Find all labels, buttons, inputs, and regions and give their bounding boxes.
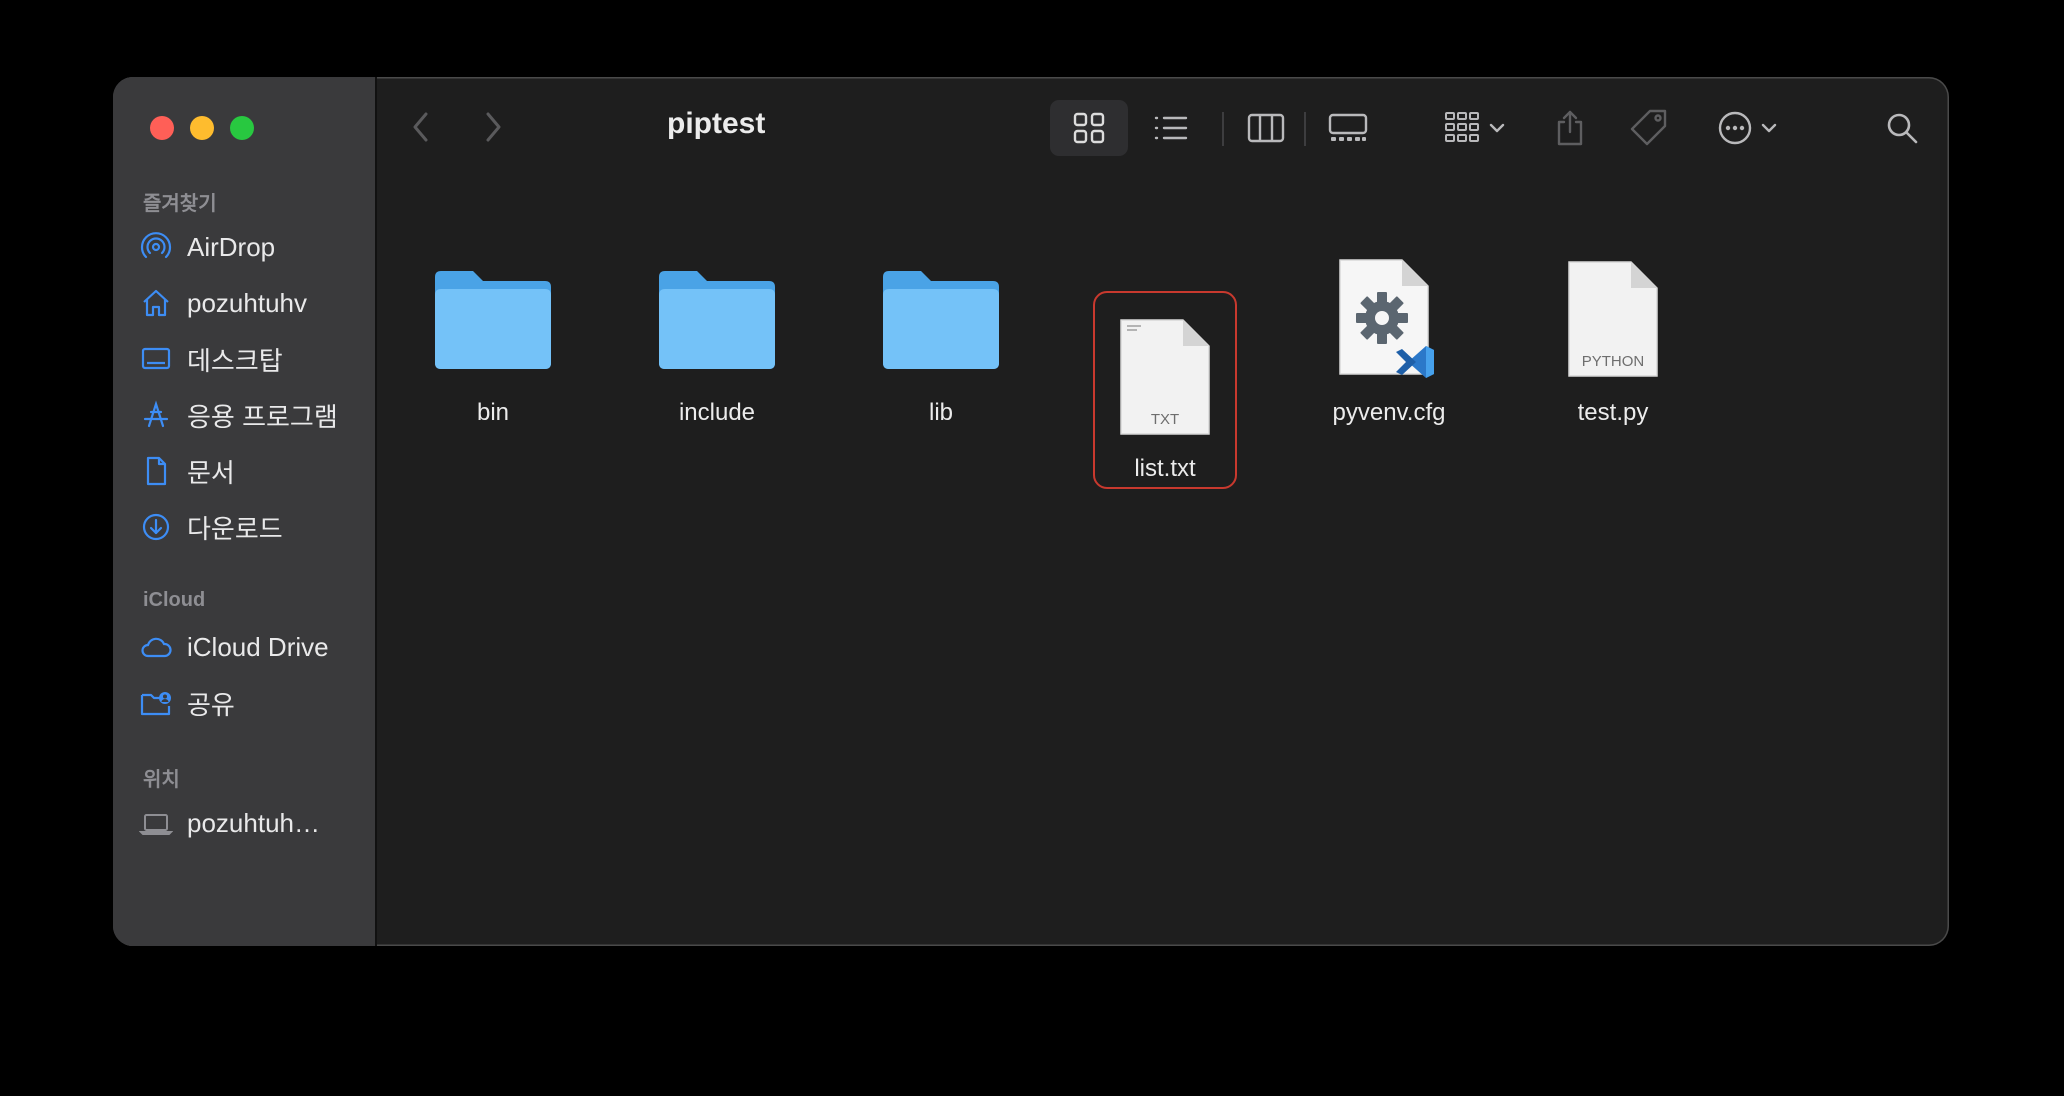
applications-icon <box>139 398 173 432</box>
shared-folder-icon <box>139 686 173 720</box>
traffic-lights <box>150 116 254 140</box>
search-button[interactable] <box>1877 100 1927 156</box>
sidebar-item-label: 문서 <box>187 457 235 488</box>
tag-button[interactable] <box>1621 100 1677 156</box>
file-item-include[interactable]: include <box>645 241 789 437</box>
more-actions-button[interactable] <box>1707 100 1787 156</box>
chevron-down-icon <box>1489 123 1505 133</box>
config-file-icon <box>1319 249 1459 389</box>
chevron-down-icon <box>1761 123 1777 133</box>
icon-view-button[interactable] <box>1050 100 1128 156</box>
sidebar-item-desktop[interactable]: 데스크탑 <box>139 339 369 379</box>
laptop-icon <box>139 806 173 840</box>
minimize-button[interactable] <box>190 116 214 140</box>
window-title: piptest <box>667 107 766 140</box>
list-view-icon <box>1154 116 1188 140</box>
grid-view-icon <box>1073 112 1105 144</box>
file-name: test.py <box>1577 399 1649 426</box>
sidebar-item-label: pozuhtuhv <box>187 287 307 318</box>
text-file-icon: TXT <box>1095 307 1235 447</box>
column-view-icon <box>1247 113 1285 143</box>
forward-button[interactable] <box>471 105 515 149</box>
finder-window: 즐겨찾기 AirDrop pozuhtuhv 데스크탑 응용 프로그램 문서 다… <box>113 77 1949 946</box>
column-view-button[interactable] <box>1233 100 1299 156</box>
toolbar-divider <box>1304 112 1306 146</box>
sidebar-item-airdrop[interactable]: AirDrop <box>139 227 369 267</box>
file-item-list-txt[interactable]: TXT list.txt <box>1093 291 1237 489</box>
sidebar-item-icloud-drive[interactable]: iCloud Drive <box>139 627 369 667</box>
gallery-view-button[interactable] <box>1313 100 1383 156</box>
sidebar-item-home[interactable]: pozuhtuhv <box>139 283 369 323</box>
group-icon <box>1445 112 1479 142</box>
toolbar: piptest <box>377 77 1949 197</box>
python-file-icon: PYTHON <box>1543 249 1683 389</box>
favorites-section-label: 즐겨찾기 <box>143 193 217 215</box>
sidebar-item-downloads[interactable]: 다운로드 <box>139 507 369 547</box>
document-icon <box>139 454 173 488</box>
sidebar-item-label: 공유 <box>187 689 235 720</box>
sidebar-item-label: iCloud Drive <box>187 631 329 662</box>
gallery-view-icon <box>1328 113 1368 141</box>
folder-icon <box>423 249 563 389</box>
chevron-left-icon <box>413 112 428 142</box>
icloud-section-label: iCloud <box>143 589 206 611</box>
share-button[interactable] <box>1545 100 1595 156</box>
desktop-icon <box>139 342 173 376</box>
chevron-right-icon <box>486 112 501 142</box>
download-icon <box>139 510 173 544</box>
airdrop-icon <box>139 230 173 264</box>
toolbar-divider <box>1222 112 1224 146</box>
file-name: lib <box>928 399 953 426</box>
close-button[interactable] <box>150 116 174 140</box>
file-type-badge: PYTHON <box>1582 353 1645 370</box>
folder-icon <box>647 249 787 389</box>
back-button[interactable] <box>399 105 443 149</box>
file-name: bin <box>476 399 510 426</box>
share-icon <box>1557 110 1583 146</box>
sidebar-item-label: 데스크탑 <box>187 345 283 376</box>
ellipsis-circle-icon <box>1718 111 1752 145</box>
group-by-button[interactable] <box>1435 100 1515 156</box>
zoom-button[interactable] <box>230 116 254 140</box>
home-icon <box>139 286 173 320</box>
sidebar-item-label: 응용 프로그램 <box>187 401 338 432</box>
sidebar-item-label: 다운로드 <box>187 513 283 544</box>
list-view-button[interactable] <box>1132 100 1210 156</box>
sidebar: 즐겨찾기 AirDrop pozuhtuhv 데스크탑 응용 프로그램 문서 다… <box>113 77 377 946</box>
file-type-badge: TXT <box>1151 411 1179 428</box>
search-icon <box>1887 113 1918 144</box>
sidebar-item-applications[interactable]: 응용 프로그램 <box>139 395 369 435</box>
file-name: pyvenv.cfg <box>1332 399 1446 426</box>
file-item-bin[interactable]: bin <box>421 241 565 437</box>
file-name: include <box>678 399 756 426</box>
sidebar-item-label: AirDrop <box>187 231 276 262</box>
folder-icon <box>871 249 1011 389</box>
file-name: list.txt <box>1134 455 1196 482</box>
file-item-test-py[interactable]: PYTHON test.py <box>1541 241 1685 437</box>
cloud-icon <box>139 630 173 664</box>
tag-icon <box>1630 109 1667 146</box>
sidebar-item-macbook[interactable]: pozuhtuh… <box>139 803 369 843</box>
sidebar-item-label: pozuhtuh… <box>187 807 320 838</box>
sidebar-item-documents[interactable]: 문서 <box>139 451 369 491</box>
sidebar-item-shared[interactable]: 공유 <box>139 683 369 723</box>
file-grid: bin include lib TXT list.txt pyvenv.cfg … <box>377 197 1949 946</box>
locations-section-label: 위치 <box>143 769 180 791</box>
file-item-lib[interactable]: lib <box>869 241 1013 437</box>
file-item-pyvenv-cfg[interactable]: pyvenv.cfg <box>1317 241 1461 437</box>
